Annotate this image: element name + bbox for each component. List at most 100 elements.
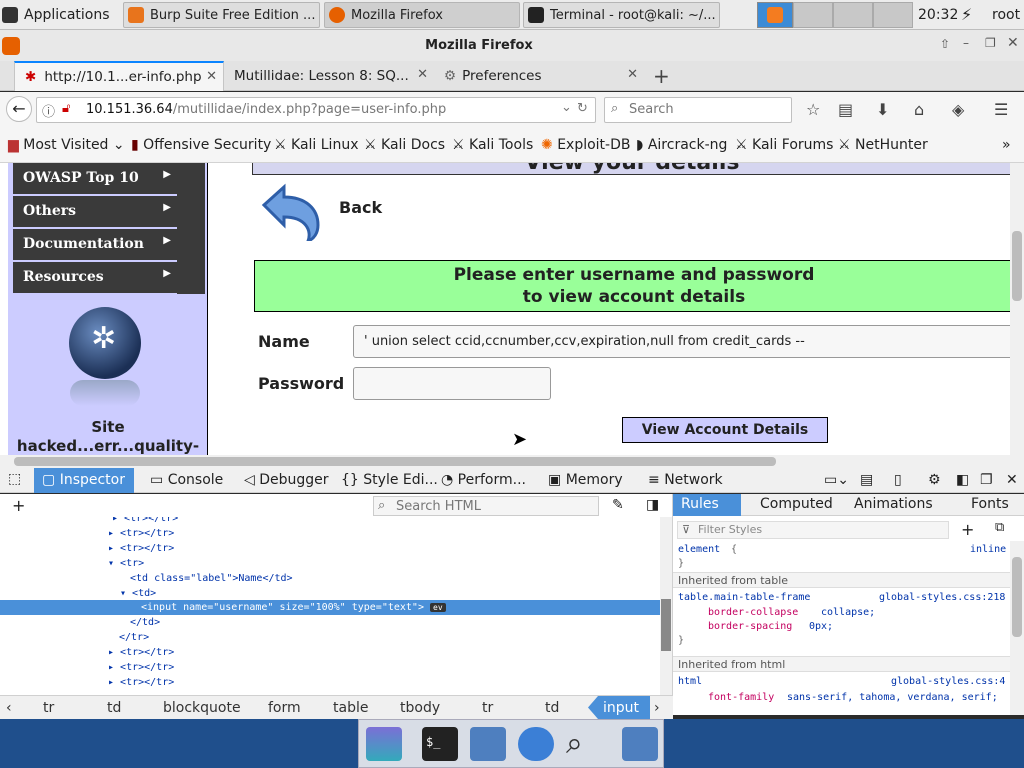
- markup-line[interactable]: ▾ <td>: [0, 586, 660, 601]
- user-menu[interactable]: root: [992, 7, 1020, 23]
- dock-side-icon[interactable]: ◧: [956, 472, 969, 488]
- dock-options-icon[interactable]: ▭⌄: [824, 472, 849, 488]
- breadcrumb-item[interactable]: table: [333, 700, 368, 716]
- task-burp[interactable]: Burp Suite Free Edition ...: [123, 2, 320, 28]
- css-value[interactable]: 0px;: [809, 621, 833, 632]
- view-account-details-button[interactable]: View Account Details: [622, 417, 828, 443]
- css-property[interactable]: border-spacing: [708, 621, 792, 632]
- folder-icon[interactable]: [470, 727, 506, 761]
- browser-icon[interactable]: [518, 727, 554, 761]
- markup-scrollbar[interactable]: [660, 517, 672, 695]
- element-picker-icon[interactable]: ⬚: [8, 471, 21, 487]
- markup-line[interactable]: ▸ <tr></tr>: [0, 526, 660, 541]
- responsive-icon[interactable]: ▯: [894, 472, 902, 488]
- page-vertical-scrollbar[interactable]: [1010, 163, 1024, 455]
- css-property[interactable]: font-family: [708, 692, 774, 703]
- menu-owasp-top-10[interactable]: OWASP Top 10 ▶: [13, 163, 177, 194]
- markup-line[interactable]: </td>: [0, 615, 660, 630]
- css-property[interactable]: border-collapse: [708, 607, 798, 618]
- breadcrumb-item[interactable]: form: [268, 700, 301, 716]
- chevron-left-icon[interactable]: ‹: [6, 700, 12, 716]
- bookmark-kali-tools[interactable]: ⚔ Kali Tools: [452, 137, 533, 153]
- menu-resources[interactable]: Resources ▶: [13, 262, 177, 293]
- markup-line[interactable]: ▸ <tr></tr>: [0, 541, 660, 556]
- bookmark-kali-forums[interactable]: ⚔ Kali Forums: [735, 137, 833, 153]
- markup-line[interactable]: ▸ <tr></tr>: [0, 517, 660, 526]
- filter-styles-input[interactable]: ⊽ Filter Styles: [677, 521, 949, 539]
- dropdown-icon[interactable]: ⌄: [561, 100, 572, 115]
- pseudo-class-icon[interactable]: ⧉: [995, 520, 1004, 535]
- markup-line[interactable]: ▸ <tr></tr>: [0, 675, 660, 690]
- home-icon[interactable]: ⌂: [914, 100, 924, 119]
- rule-source[interactable]: inline: [970, 544, 1006, 555]
- breadcrumb-item[interactable]: tr: [43, 700, 54, 716]
- page-horizontal-scrollbar[interactable]: [0, 455, 1024, 468]
- bookmark-nethunter[interactable]: ⚔ NetHunter: [838, 137, 928, 153]
- rule-source[interactable]: global-styles.css:4: [891, 676, 1005, 687]
- breadcrumb-item[interactable]: td: [545, 700, 559, 716]
- css-value[interactable]: sans-serif, tahoma, verdana, serif;: [787, 692, 998, 703]
- close-tab-icon[interactable]: ✕: [206, 69, 217, 84]
- library-icon[interactable]: ▤: [838, 100, 853, 119]
- separate-window-icon[interactable]: ❐: [980, 472, 993, 488]
- search-html-box[interactable]: ⌕ Search HTML: [373, 496, 599, 516]
- markup-line[interactable]: ▾ <tr>: [0, 556, 660, 571]
- bookmark-aircrack[interactable]: ◗ Aircrack-ng: [636, 137, 727, 153]
- terminal-icon[interactable]: $_: [422, 727, 458, 761]
- download-icon[interactable]: ⬇: [876, 100, 889, 119]
- window-up-icon[interactable]: ⇧: [940, 37, 950, 51]
- workspace-2[interactable]: [793, 2, 833, 28]
- pocket-icon[interactable]: ◈: [952, 100, 964, 119]
- breadcrumb-selected[interactable]: input: [588, 696, 650, 719]
- rule-source[interactable]: global-styles.css:218: [879, 592, 1005, 603]
- reload-icon[interactable]: ↻: [577, 101, 588, 116]
- breadcrumb-item[interactable]: blockquote: [163, 700, 241, 716]
- tab-performance[interactable]: ◔ Perform...: [441, 472, 526, 488]
- tab-inspector[interactable]: ▢ Inspector: [34, 468, 134, 493]
- close-devtools-icon[interactable]: ✕: [1006, 472, 1018, 488]
- bookmark-exploit-db[interactable]: ✺ Exploit-DB: [541, 137, 630, 153]
- markup-line[interactable]: <td class="label">Name</td>: [0, 571, 660, 586]
- back-arrow-icon[interactable]: [256, 183, 322, 244]
- breadcrumb-item[interactable]: tbody: [400, 700, 440, 716]
- workspace-switcher[interactable]: [757, 2, 913, 28]
- tab-user-info[interactable]: ✱ http://10.1...er-info.php ✕: [14, 61, 224, 91]
- close-icon[interactable]: ✕: [1007, 35, 1019, 51]
- password-input[interactable]: [353, 367, 551, 400]
- task-firefox[interactable]: Mozilla Firefox: [324, 2, 520, 28]
- username-input[interactable]: ' union select ccid,ccnumber,ccv,expirat…: [353, 325, 1010, 358]
- scroll-thumb[interactable]: [661, 599, 671, 651]
- workspace-1[interactable]: [757, 2, 793, 28]
- tab-console[interactable]: ▭ Console: [150, 472, 223, 488]
- bookmark-star-icon[interactable]: ☆: [806, 100, 820, 119]
- breadcrumb-item[interactable]: td: [107, 700, 121, 716]
- breadcrumb-item[interactable]: tr: [482, 700, 493, 716]
- minimize-icon[interactable]: –: [963, 36, 969, 50]
- scroll-thumb[interactable]: [1012, 557, 1022, 637]
- tab-debugger[interactable]: ◁ Debugger: [244, 472, 329, 488]
- bookmark-offensive-security[interactable]: ▮ Offensive Security: [131, 137, 271, 153]
- markup-line[interactable]: ▸ <tr></tr>: [0, 660, 660, 675]
- rules-scrollbar[interactable]: [1010, 541, 1024, 715]
- tab-computed[interactable]: Computed: [752, 494, 841, 516]
- sidebar-toggle-icon[interactable]: ◨: [646, 497, 659, 513]
- tab-preferences[interactable]: ⚙ Preferences ✕: [434, 61, 644, 91]
- tab-rules[interactable]: Rules: [673, 494, 741, 516]
- task-terminal[interactable]: Terminal - root@kali: ~/...: [523, 2, 720, 28]
- menu-documentation[interactable]: Documentation ▶: [13, 229, 177, 260]
- search-box[interactable]: ⌕ Search: [604, 97, 792, 123]
- url-bar[interactable]: ⓘ 🔓︎ 10.151.36.64/mutillidae/index.php?p…: [36, 97, 596, 123]
- network-icon[interactable]: ⚡: [961, 5, 972, 24]
- tab-animations[interactable]: Animations: [846, 494, 941, 516]
- add-node-icon[interactable]: +: [12, 496, 25, 515]
- tab-memory[interactable]: ▣ Memory: [548, 472, 623, 488]
- chevron-right-icon[interactable]: »: [1002, 137, 1011, 153]
- back-link[interactable]: Back: [339, 198, 382, 217]
- menu-others[interactable]: Others ▶: [13, 196, 177, 227]
- markup-line-selected[interactable]: <input name="username" size="100%" type=…: [0, 600, 660, 615]
- tab-mutillidae[interactable]: Mutillidae: Lesson 8: SQ... ✕: [224, 61, 434, 91]
- folder-icon[interactable]: [622, 727, 658, 761]
- split-console-icon[interactable]: ▤: [860, 472, 873, 488]
- workspace-4[interactable]: [873, 2, 913, 28]
- close-tab-icon[interactable]: ✕: [417, 67, 428, 82]
